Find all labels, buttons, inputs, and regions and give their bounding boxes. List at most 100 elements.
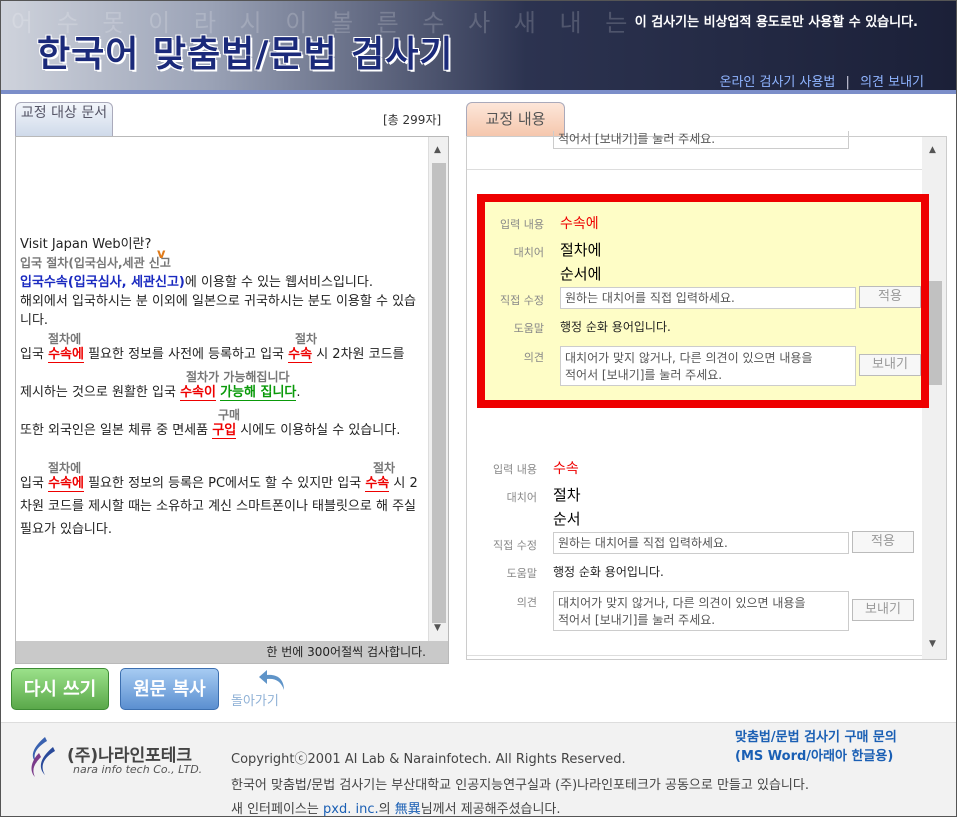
opinion-textarea[interactable]: 대치어가 맞지 않거나, 다른 의견이 있으면 내용을적어서 [보내기]를 눌러…	[560, 346, 856, 386]
back-arrow-icon[interactable]	[258, 668, 288, 692]
direct-edit-input[interactable]: 원하는 대치어를 직접 입력하세요.	[553, 532, 849, 554]
input-word: 수속	[553, 461, 579, 477]
opinion-label: 의견	[523, 351, 544, 364]
credit-line: 한국어 맞춤법/문법 검사기는 부산대학교 인공지능연구실과 (주)나라인포테크…	[231, 778, 809, 793]
opinion-textarea[interactable]: 대치어가 맞지 않거나, 다른 의견이 있으면 내용을적어서 [보내기]를 눌러…	[553, 591, 849, 631]
error-word[interactable]: 수속에	[48, 347, 84, 363]
opinion-text: 대치어가 맞지 않거나, 다른 의견이 있으면 내용을	[558, 596, 806, 610]
pxd-link[interactable]: pxd. inc.	[323, 802, 379, 817]
insert-caret-icon: v	[157, 247, 166, 262]
feedback-link[interactable]: 의견 보내기	[860, 75, 924, 90]
apply-button[interactable]: 적용	[859, 286, 921, 308]
scroll-down-icon[interactable]: ▼	[929, 639, 936, 649]
card-divider	[467, 655, 922, 656]
error-word[interactable]: 구입	[212, 423, 237, 439]
scroll-up-icon[interactable]: ▲	[929, 145, 936, 155]
back-link[interactable]: 돌아가기	[231, 690, 279, 709]
doc-text: 시에도 이용하실 수 있습니다.	[236, 423, 401, 438]
error-word[interactable]: 수속이	[180, 385, 216, 401]
suggestion-annotation: 구매	[218, 408, 241, 422]
logo-english: nara info tech Co., LTD.	[73, 763, 203, 776]
credit-text: 의	[378, 802, 395, 817]
send-button[interactable]: 보내기	[859, 354, 921, 376]
suggestion-annotation: 절차	[295, 332, 318, 346]
direct-edit-input[interactable]: 원하는 대치어를 직접 입력하세요.	[560, 287, 856, 309]
doc-text: 필요한 정보의 등록은 PC에서도 할 수 있지만 입국	[83, 476, 366, 491]
tab-source-document[interactable]: 교정 대상 문서	[15, 102, 113, 136]
doc-text: 필요한 정보를 사전에 등록하고 입국	[83, 347, 289, 362]
suggestion-annotation: 절차에	[48, 332, 82, 346]
suggestion-option[interactable]: 순서에	[560, 263, 601, 284]
opinion-label: 의견	[516, 596, 537, 609]
purchase-line[interactable]: (MS Word/아래아 한글용)	[735, 747, 897, 766]
card-divider	[467, 169, 922, 170]
tab-corrections[interactable]: 교정 내용	[466, 102, 565, 136]
footer: (주)나라인포테크 nara info tech Co., LTD. Copyr…	[1, 722, 956, 817]
doc-line: 절차에 절차 입국 수속에 필요한 정보를 사전에 등록하고 입국 수속 시 2…	[20, 332, 428, 364]
direct-edit-label: 직접 수정	[500, 294, 544, 307]
char-count: [총 299자]	[383, 113, 442, 127]
input-label: 입력 내용	[500, 218, 544, 231]
error-word[interactable]: 수속	[288, 347, 313, 363]
doc-line-old: 입국 절차(입국심사,세관 신고 v	[20, 247, 428, 273]
input-label: 입력 내용	[493, 463, 537, 476]
help-text: 행정 순화 용어입니다.	[553, 565, 664, 579]
doc-line: 절차가 가능해집니다 제시하는 것으로 원활한 입국 수속이 가능해 집니다.	[20, 370, 428, 402]
doc-line: 절차에 절차 입국 수속에 필요한 정보의 등록은 PC에서도 할 수 있지만 …	[20, 461, 428, 493]
doc-text: 제시하는 것으로 원활한 입국	[20, 385, 181, 400]
doc-text: .	[296, 385, 301, 400]
error-word[interactable]: 수속에	[48, 476, 84, 492]
rewrite-button[interactable]: 다시 쓰기	[11, 668, 109, 710]
doc-text: 입국	[20, 476, 49, 491]
correction-card-1-highlighted: 입력 내용 수속에 대치어 절차에 순서에 직접 수정 원하는 대치어를 직접 …	[477, 194, 929, 408]
header-divider	[1, 90, 956, 94]
company-logo-icon	[31, 737, 55, 777]
doc-line: 해외에서 입국하시는 분 이외에 일본으로 귀국하시는 분도 이용할 수 있습	[20, 294, 416, 309]
apply-button[interactable]: 적용	[852, 531, 914, 553]
doc-text: 입국	[20, 347, 49, 362]
doc-line: 차원 코드를 제시할 때는 소유하고 계신 스마트폰이나 태블릿으로 해 주실	[20, 499, 416, 514]
opinion-text: 적어서 [보내기]를 눌러 주세요.	[558, 613, 716, 627]
input-word: 수속에	[560, 216, 599, 232]
help-label: 도움말	[513, 322, 544, 335]
usage-notice: 이 검사기는 비상업적 용도로만 사용할 수 있습니다.	[634, 15, 918, 30]
suggestion-annotation: 절차가 가능해집니다	[186, 370, 290, 384]
copyright: Copyrightⓒ2001 AI Lab & Narainfotech. Al…	[231, 752, 626, 767]
suggestion-option[interactable]: 순서	[553, 508, 581, 529]
direct-edit-label: 직접 수정	[493, 539, 537, 552]
opinion-text: 적어서 [보내기]를 눌러 주세요.	[565, 368, 723, 382]
doc-line: 입국수속(입국심사, 세관신고)에 이용할 수 있는 웹서비스입니다.	[20, 273, 428, 292]
scroll-down-icon[interactable]: ▼	[434, 623, 441, 633]
opinion-text: 대치어가 맞지 않거나, 다른 의견이 있으면 내용을	[565, 351, 813, 365]
purchase-inquiry[interactable]: 맞춤법/문법 검사기 구매 문의 (MS Word/아래아 한글용)	[735, 728, 897, 766]
scroll-up-icon[interactable]: ▲	[434, 145, 441, 155]
document-text: Visit Japan Web이란? 입국 절차(입국심사,세관 신고 v 입국수…	[20, 235, 428, 539]
document-scrollbar[interactable]: ▲ ▼	[428, 137, 448, 642]
manual-link[interactable]: 온라인 검사기 사용법	[719, 75, 835, 90]
spacing-error-word[interactable]: 가능해 집니다	[220, 385, 297, 401]
doc-line: 니다.	[20, 313, 49, 328]
suggestion-option[interactable]: 절차에	[560, 239, 601, 260]
copy-original-button[interactable]: 원문 복사	[120, 668, 219, 710]
app-title: 한국어 맞춤법/문법 검사기	[37, 34, 454, 75]
credit-text: 새 인터페이스는	[231, 802, 323, 817]
doc-text: 시 2차원 코드를	[312, 347, 405, 362]
doc-changed-text[interactable]: 입국수속(입국심사, 세관신고)	[20, 275, 185, 290]
purchase-line[interactable]: 맞춤법/문법 검사기 구매 문의	[735, 728, 897, 747]
doc-line: 필요가 있습니다.	[20, 522, 112, 537]
credit-text: 님께서 제공해주셨습니다.	[420, 802, 561, 817]
doc-text: 또한 외국인은 일본 체류 중 면세품	[20, 423, 213, 438]
help-text: 행정 순화 용어입니다.	[560, 320, 671, 334]
doc-line: Visit Japan Web이란?	[20, 237, 152, 252]
link-separator: |	[845, 75, 850, 90]
suggestion-option[interactable]: 절차	[553, 484, 581, 505]
scroll-thumb[interactable]	[432, 163, 446, 623]
suggestion-label: 대치어	[513, 246, 544, 259]
suggestion-label: 대치어	[506, 491, 537, 504]
send-button[interactable]: 보내기	[852, 599, 914, 621]
opinion-textarea-partial[interactable]: 적어서 [보내기]를 눌러 주세요.	[553, 131, 849, 149]
error-word[interactable]: 수속	[365, 476, 390, 492]
suggestion-annotation: 절차	[373, 461, 396, 475]
designer-link[interactable]: 無異	[395, 802, 421, 817]
doc-old-text: 입국 절차(입국심사,세관 신고	[20, 256, 171, 270]
